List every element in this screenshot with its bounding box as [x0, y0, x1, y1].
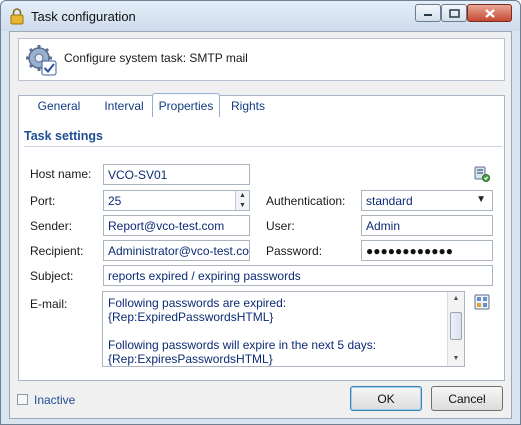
server-test-icon[interactable]: [474, 166, 490, 182]
section-divider: [24, 146, 502, 147]
minimize-icon: [424, 14, 432, 16]
scroll-up-icon[interactable]: ▲: [448, 292, 464, 306]
close-button[interactable]: [467, 4, 512, 22]
tab-interval[interactable]: Interval: [94, 94, 154, 117]
email-line: {Rep:ExpiredPasswordsHTML}: [108, 310, 274, 324]
title-bar[interactable]: Task configuration: [1, 1, 520, 31]
cancel-button[interactable]: Cancel: [431, 386, 503, 411]
port-spinner[interactable]: ▲ ▼: [235, 191, 249, 210]
spin-down-icon[interactable]: ▼: [236, 201, 249, 210]
scroll-thumb[interactable]: [450, 312, 462, 340]
port-field[interactable]: 25 ▲ ▼: [103, 190, 250, 211]
email-scrollbar[interactable]: ▲ ▼: [447, 292, 464, 366]
host-name-field[interactable]: VCO-SV01: [103, 164, 250, 185]
port-value: 25: [108, 194, 122, 208]
subject-field[interactable]: reports expired / expiring passwords: [103, 265, 493, 286]
minimize-button[interactable]: [415, 4, 441, 22]
recipient-label: Recipient:: [30, 244, 84, 258]
tab-properties[interactable]: Properties: [152, 93, 220, 117]
password-label: Password:: [266, 244, 323, 258]
window-title: Task configuration: [31, 9, 136, 24]
authentication-value: standard: [366, 194, 413, 208]
ok-button[interactable]: OK: [350, 386, 422, 411]
email-line: Following passwords will expire in the n…: [108, 338, 377, 352]
chevron-down-icon: ▼: [476, 194, 486, 205]
task-header-title: Configure system task: SMTP mail: [64, 51, 248, 65]
authentication-select[interactable]: standard ▼: [361, 190, 493, 211]
user-label: User:: [266, 219, 295, 233]
inactive-checkbox[interactable]: [17, 394, 28, 405]
recipient-field[interactable]: Administrator@vco-test.com: [103, 240, 250, 261]
authentication-label: Authentication:: [266, 194, 346, 208]
tab-general[interactable]: General: [24, 94, 94, 117]
task-header: Configure system task: SMTP mail: [18, 38, 505, 81]
section-title: Task settings: [24, 129, 103, 143]
inactive-label[interactable]: Inactive: [34, 393, 75, 407]
sender-field[interactable]: Report@vco-test.com: [103, 215, 250, 236]
password-field[interactable]: ●●●●●●●●●●●●: [361, 240, 493, 261]
email-line: {Rep:ExpiresPasswordsHTML}: [108, 352, 273, 366]
gear-check-icon: [26, 45, 57, 76]
lock-icon: [10, 8, 24, 25]
email-label: E-mail:: [30, 297, 68, 311]
sender-label: Sender:: [30, 219, 73, 233]
tab-rights[interactable]: Rights: [222, 94, 274, 117]
maximize-icon: [448, 8, 460, 18]
user-field[interactable]: Admin: [361, 215, 493, 236]
spin-up-icon[interactable]: ▲: [236, 191, 249, 201]
maximize-button[interactable]: [441, 4, 467, 22]
template-editor-icon[interactable]: [474, 294, 490, 310]
subject-label: Subject:: [30, 269, 74, 283]
close-icon: [484, 8, 495, 18]
email-line: Following passwords are expired:: [108, 296, 287, 310]
dialog-body: Configure system task: SMTP mail General…: [9, 31, 512, 419]
email-body-textarea[interactable]: Following passwords are expired: {Rep:Ex…: [102, 291, 465, 367]
port-label: Port:: [30, 194, 56, 208]
task-configuration-window: Task configuration Configure system task…: [0, 0, 521, 425]
email-line: [108, 324, 459, 338]
scroll-down-icon[interactable]: ▼: [448, 352, 464, 366]
host-name-label: Host name:: [30, 167, 92, 181]
